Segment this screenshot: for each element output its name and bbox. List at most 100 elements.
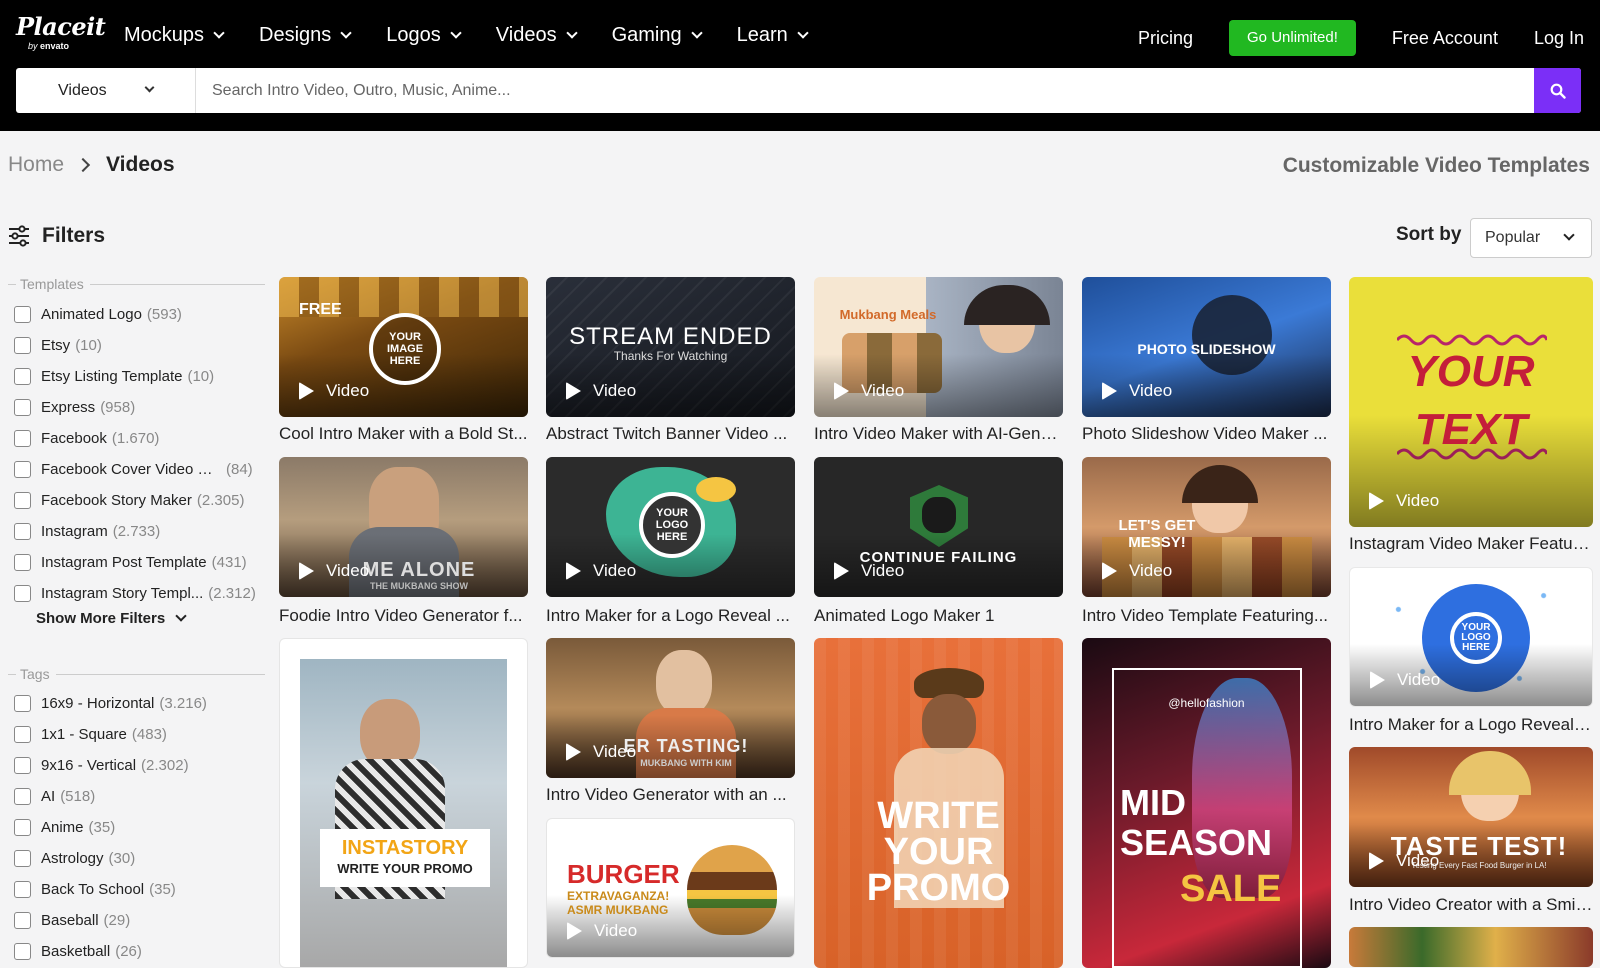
filter-checkbox[interactable]: 16x9 - Horizontal (3.216)	[14, 688, 264, 719]
template-card[interactable]: STREAM ENDED Thanks For Watching Video A…	[546, 277, 795, 444]
card-thumbnail[interactable]: YOUR IMAGE HERE FREE Video	[279, 277, 528, 417]
filter-checkbox[interactable]: AI (518)	[14, 781, 264, 812]
checkbox[interactable]	[14, 368, 31, 385]
checkbox[interactable]	[14, 757, 31, 774]
checkbox[interactable]	[14, 585, 31, 602]
filter-checkbox[interactable]: Express (958)	[14, 392, 264, 423]
checkbox[interactable]	[14, 695, 31, 712]
card-title[interactable]: Intro Video Creator with a Smili...	[1349, 895, 1593, 915]
template-card[interactable]: INSTASTORY WRITE YOUR PROMO	[279, 638, 528, 968]
show-more-filters-button[interactable]: Show More Filters	[36, 610, 187, 627]
template-card[interactable]: Mukbang Meals Video Intro Video Maker wi…	[814, 277, 1063, 444]
nav-learn[interactable]: Learn	[737, 20, 809, 50]
template-card[interactable]: YOUR LOGO HERE Video Intro Maker for a L…	[546, 457, 795, 625]
breadcrumb-home[interactable]: Home	[8, 153, 64, 177]
card-thumbnail[interactable]: YOUR LOGO HERE Video	[546, 457, 795, 597]
template-card[interactable]: LET'S GET MESSY! Video Intro Video Templ…	[1082, 457, 1331, 625]
checkbox[interactable]	[14, 337, 31, 354]
filter-checkbox[interactable]: Astrology (30)	[14, 843, 264, 874]
filter-checkbox[interactable]: Instagram (2.733)	[14, 516, 264, 547]
template-card[interactable]: PHOTO SLIDESHOW Video Photo Slideshow Vi…	[1082, 277, 1331, 444]
filter-checkbox[interactable]: Etsy (10)	[14, 330, 264, 361]
card-thumbnail[interactable]	[1349, 927, 1593, 967]
card-thumbnail[interactable]: INSTASTORY WRITE YOUR PROMO	[279, 638, 528, 968]
filter-checkbox[interactable]: Baseball (29)	[14, 905, 264, 936]
checkbox[interactable]	[14, 430, 31, 447]
filter-checkbox[interactable]: Facebook (1.670)	[14, 423, 264, 454]
checkbox[interactable]	[14, 850, 31, 867]
template-card[interactable]: @hellofashion MID SEASON SALE	[1082, 638, 1331, 968]
nav-gaming[interactable]: Gaming	[612, 20, 703, 50]
template-card[interactable]: YOUR LOGO HERE Video Intro Maker for a L…	[1349, 567, 1593, 735]
nav-videos[interactable]: Videos	[496, 20, 578, 50]
card-title[interactable]: Intro Maker for a Logo Reveal F...	[1349, 715, 1593, 735]
checkbox[interactable]	[14, 523, 31, 540]
card-thumbnail[interactable]: LET'S GET MESSY! Video	[1082, 457, 1331, 597]
go-unlimited-button[interactable]: Go Unlimited!	[1229, 20, 1356, 56]
card-title[interactable]: Intro Video Generator with an ...	[546, 785, 795, 805]
checkbox[interactable]	[14, 306, 31, 323]
template-card[interactable]: YOUR IMAGE HERE FREE Video Cool Intro Ma…	[279, 277, 528, 444]
card-title[interactable]: Intro Video Maker with AI-Gene...	[814, 424, 1063, 444]
filter-checkbox[interactable]: Instagram Post Template (431)	[14, 547, 264, 578]
template-card[interactable]: ME ALONE THE MUKBANG SHOW Video Foodie I…	[279, 457, 528, 625]
category-select[interactable]: Videos	[16, 68, 196, 113]
card-thumbnail[interactable]: YOUR TEXT Video	[1349, 277, 1593, 527]
checkbox[interactable]	[14, 912, 31, 929]
filter-checkbox[interactable]: Instagram Story Templ... (2.312)	[14, 578, 264, 609]
card-thumbnail[interactable]: PHOTO SLIDESHOW Video	[1082, 277, 1331, 417]
nav-logos[interactable]: Logos	[386, 20, 462, 50]
card-thumbnail[interactable]: @hellofashion MID SEASON SALE	[1082, 638, 1331, 968]
search-input[interactable]	[196, 68, 1529, 113]
checkbox[interactable]	[14, 399, 31, 416]
nav-designs[interactable]: Designs	[259, 20, 352, 50]
filter-checkbox[interactable]: 1x1 - Square (483)	[14, 719, 264, 750]
checkbox[interactable]	[14, 819, 31, 836]
card-title[interactable]: Intro Maker for a Logo Reveal ...	[546, 606, 795, 626]
checkbox[interactable]	[14, 461, 31, 478]
template-card[interactable]: CONTINUE FAILING Video Animated Logo Mak…	[814, 457, 1063, 625]
card-title[interactable]: Abstract Twitch Banner Video ...	[546, 424, 795, 444]
card-thumbnail[interactable]: ER TASTING! MUKBANG WITH KIM Video	[546, 638, 795, 778]
card-title[interactable]: Animated Logo Maker 1	[814, 606, 1063, 626]
filter-checkbox[interactable]: Facebook Cover Video Ma... (84)	[14, 454, 264, 485]
filters-header[interactable]: Filters	[8, 224, 105, 248]
login-link[interactable]: Log In	[1534, 28, 1584, 49]
card-title[interactable]: Instagram Video Maker Featuri...	[1349, 534, 1593, 554]
filter-checkbox[interactable]: Facebook Story Maker (2.305)	[14, 485, 264, 516]
card-title[interactable]: Cool Intro Maker with a Bold St...	[279, 424, 528, 444]
card-thumbnail[interactable]: TASTE TEST! Testing Every Fast Food Burg…	[1349, 747, 1593, 887]
filter-checkbox[interactable]: Basketball (26)	[14, 936, 264, 967]
card-thumbnail[interactable]: ME ALONE THE MUKBANG SHOW Video	[279, 457, 528, 597]
template-card[interactable]: TASTE TEST! Testing Every Fast Food Burg…	[1349, 747, 1593, 915]
checkbox[interactable]	[14, 554, 31, 571]
filter-checkbox[interactable]: Etsy Listing Template (10)	[14, 361, 264, 392]
template-card[interactable]	[1349, 927, 1593, 967]
checkbox[interactable]	[14, 492, 31, 509]
filter-checkbox[interactable]: Animated Logo (593)	[14, 299, 264, 330]
filter-checkbox[interactable]: 9x16 - Vertical (2.302)	[14, 750, 264, 781]
filter-checkbox[interactable]: Back To School (35)	[14, 874, 264, 905]
card-title[interactable]: Intro Video Template Featuring...	[1082, 606, 1331, 626]
free-account-link[interactable]: Free Account	[1392, 28, 1498, 49]
card-thumbnail[interactable]: YOUR LOGO HERE Video	[1349, 567, 1593, 707]
pricing-link[interactable]: Pricing	[1138, 28, 1193, 49]
checkbox[interactable]	[14, 881, 31, 898]
template-card[interactable]: WRITE YOUR PROMO	[814, 638, 1063, 968]
template-card[interactable]: YOUR TEXT Video Instagram Video Maker Fe…	[1349, 277, 1593, 557]
card-thumbnail[interactable]: WRITE YOUR PROMO	[814, 638, 1063, 968]
card-title[interactable]: Photo Slideshow Video Maker ...	[1082, 424, 1331, 444]
card-thumbnail[interactable]: CONTINUE FAILING Video	[814, 457, 1063, 597]
card-thumbnail[interactable]: Mukbang Meals Video	[814, 277, 1063, 417]
template-card[interactable]: ER TASTING! MUKBANG WITH KIM Video Intro…	[546, 638, 795, 805]
card-title[interactable]: Foodie Intro Video Generator f...	[279, 606, 528, 626]
checkbox[interactable]	[14, 788, 31, 805]
checkbox[interactable]	[14, 726, 31, 743]
card-thumbnail[interactable]: STREAM ENDED Thanks For Watching Video	[546, 277, 795, 417]
template-card[interactable]: BURGER EXTRAVAGANZA! ASMR MUKBANG Video	[546, 818, 795, 958]
nav-mockups[interactable]: Mockups	[124, 20, 225, 50]
search-button[interactable]	[1534, 68, 1581, 113]
placeit-logo[interactable]: Placeit by envato	[16, 14, 106, 52]
filter-checkbox[interactable]: Anime (35)	[14, 812, 264, 843]
checkbox[interactable]	[14, 943, 31, 960]
